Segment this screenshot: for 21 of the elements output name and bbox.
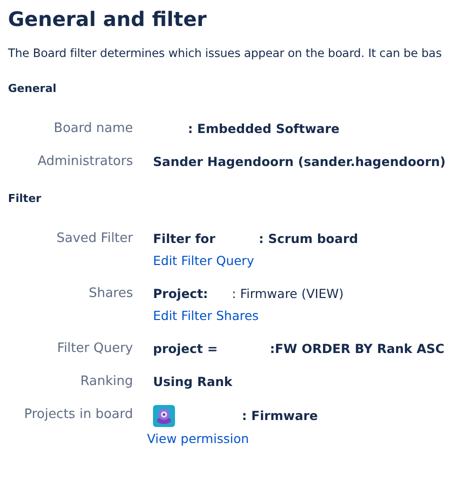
field-label: Projects in board (23, 406, 133, 424)
field-label: Ranking (79, 373, 133, 391)
field-label: Board name (52, 120, 133, 138)
link[interactable]: Edit Filter Shares (153, 306, 344, 326)
field-label: Shares (88, 285, 133, 303)
field-value: : Embedded Software (186, 120, 340, 138)
description: The Board filter determines which issues appear on the board. It can be bas (8, 45, 443, 62)
field-value: Using Rank (153, 373, 232, 391)
field-label: Saved Filter (56, 230, 133, 248)
field-label: Filter Query (56, 340, 133, 358)
field-value: Project: : Firmware (VIEW) (153, 285, 344, 303)
link[interactable]: Edit Filter Query (153, 251, 358, 271)
field-value: Filter for : Scrum board (153, 230, 358, 248)
section-title: General (8, 81, 58, 97)
field-value: project = :FW ORDER BY Rank ASC (153, 340, 444, 358)
field-value: Sander Hagendoorn (sander.hagendoorn) (153, 153, 446, 171)
section-title: Filter (8, 191, 42, 207)
field-label: Administrators (36, 153, 133, 171)
field-value: : Firmware (240, 407, 318, 425)
page-title: General and filter (8, 6, 208, 33)
link[interactable]: View permission (147, 429, 318, 449)
